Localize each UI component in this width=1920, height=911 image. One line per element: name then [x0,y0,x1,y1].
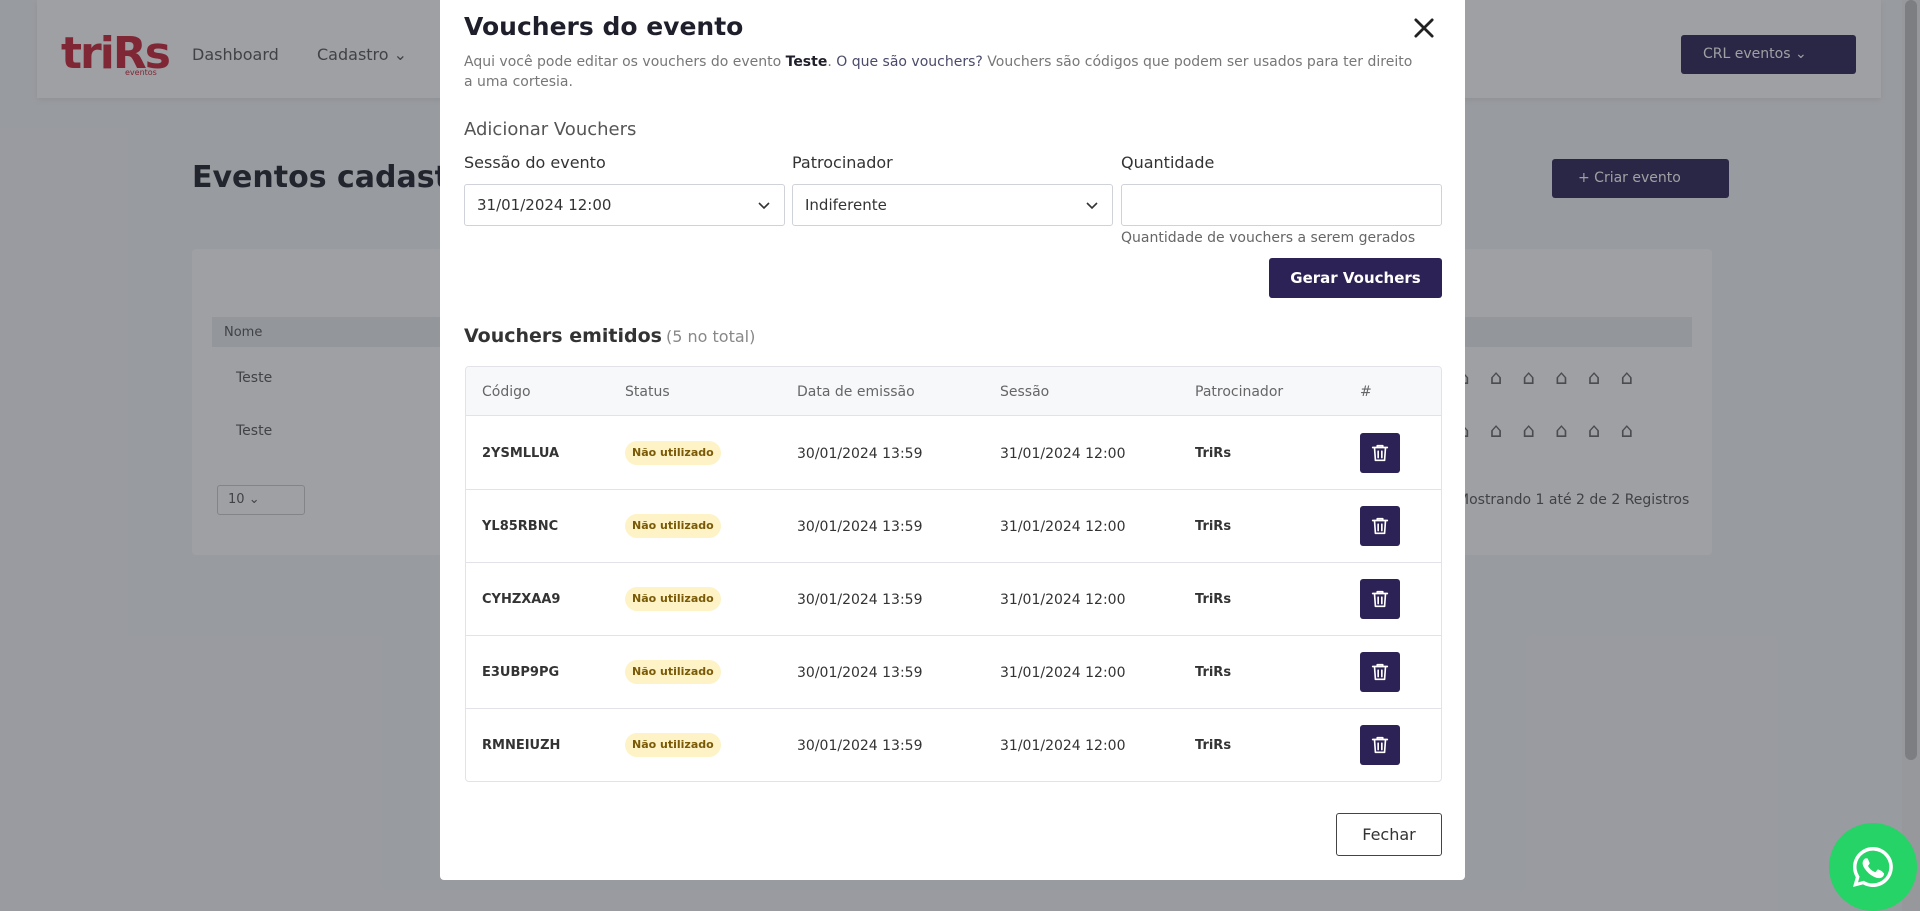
delete-voucher-button[interactable] [1360,433,1400,473]
sponsor-label: Patrocinador [792,153,893,172]
table-row: 2YSMLLUA Não utilizado 30/01/2024 13:59 … [466,417,1441,490]
table-row: CYHZXAA9 Não utilizado 30/01/2024 13:59 … [466,563,1441,636]
add-vouchers-heading: Adicionar Vouchers [464,119,637,140]
event-name: Teste [785,54,828,70]
session-date: 31/01/2024 12:00 [1000,446,1126,462]
session-date: 31/01/2024 12:00 [1000,519,1126,535]
sponsor-name: TriRs [1195,519,1232,534]
col-actions: # [1360,384,1372,400]
table-row: YL85RBNC Não utilizado 30/01/2024 13:59 … [466,490,1441,563]
voucher-code: CYHZXAA9 [482,592,561,607]
session-date: 31/01/2024 12:00 [1000,738,1126,754]
issued-title: Vouchers emitidos [464,325,662,347]
sponsor-name: TriRs [1195,446,1232,461]
voucher-code: YL85RBNC [482,519,559,534]
trash-icon [1371,517,1389,535]
session-value: 31/01/2024 12:00 [477,196,612,214]
whatsapp-icon [1853,847,1893,887]
session-date: 31/01/2024 12:00 [1000,665,1126,681]
sponsor-name: TriRs [1195,665,1232,680]
close-modal-button[interactable]: Fechar [1336,813,1442,856]
col-session: Sessão [1000,384,1050,400]
modal-title: Vouchers do evento [464,12,744,41]
status-badge: Não utilizado [625,660,721,684]
trash-icon [1371,736,1389,754]
trash-icon [1371,663,1389,681]
issued-date: 30/01/2024 13:59 [797,665,923,681]
sponsor-name: TriRs [1195,738,1232,753]
sponsor-select[interactable]: Indiferente [792,184,1113,226]
status-badge: Não utilizado [625,733,721,757]
col-status: Status [625,384,670,400]
delete-voucher-button[interactable] [1360,725,1400,765]
trash-icon [1371,444,1389,462]
col-issued: Data de emissão [797,384,915,400]
whatsapp-button[interactable] [1829,823,1917,911]
vouchers-modal: Vouchers do evento Aqui você pode editar… [440,0,1465,880]
status-badge: Não utilizado [625,441,721,465]
voucher-code: 2YSMLLUA [482,446,560,461]
chevron-down-icon [758,202,770,210]
quantity-label: Quantidade [1121,153,1215,172]
sponsor-name: TriRs [1195,592,1232,607]
table-row: E3UBP9PG Não utilizado 30/01/2024 13:59 … [466,636,1441,709]
close-icon[interactable] [1410,14,1438,42]
voucher-code: E3UBP9PG [482,665,560,680]
issued-vouchers-heading: Vouchers emitidos (5 no total) [464,325,755,347]
quantity-input[interactable] [1121,184,1442,226]
status-badge: Não utilizado [625,514,721,538]
desc-prefix: Aqui você pode editar os vouchers do eve… [464,54,786,70]
issued-date: 30/01/2024 13:59 [797,446,923,462]
delete-voucher-button[interactable] [1360,652,1400,692]
status-badge: Não utilizado [625,587,721,611]
issued-date: 30/01/2024 13:59 [797,738,923,754]
issued-count: (5 no total) [665,327,756,346]
session-select[interactable]: 31/01/2024 12:00 [464,184,785,226]
table-header: Código Status Data de emissão Sessão Pat… [466,367,1441,416]
what-are-vouchers-link[interactable]: O que são vouchers? [836,54,983,70]
desc-mid: . [827,54,837,70]
session-label: Sessão do evento [464,153,606,172]
col-code: Código [482,384,531,400]
delete-voucher-button[interactable] [1360,506,1400,546]
session-date: 31/01/2024 12:00 [1000,592,1126,608]
issued-date: 30/01/2024 13:59 [797,519,923,535]
quantity-help: Quantidade de vouchers a serem gerados [1121,230,1416,246]
voucher-code: RMNEIUZH [482,738,561,753]
issued-date: 30/01/2024 13:59 [797,592,923,608]
generate-vouchers-button[interactable]: Gerar Vouchers [1269,258,1442,298]
chevron-down-icon [1086,202,1098,210]
modal-description: Aqui você pode editar os vouchers do eve… [464,52,1424,92]
sponsor-value: Indiferente [805,196,887,214]
table-row: RMNEIUZH Não utilizado 30/01/2024 13:59 … [466,709,1441,781]
trash-icon [1371,590,1389,608]
vouchers-table: Código Status Data de emissão Sessão Pat… [465,366,1442,782]
col-sponsor: Patrocinador [1195,384,1284,400]
delete-voucher-button[interactable] [1360,579,1400,619]
